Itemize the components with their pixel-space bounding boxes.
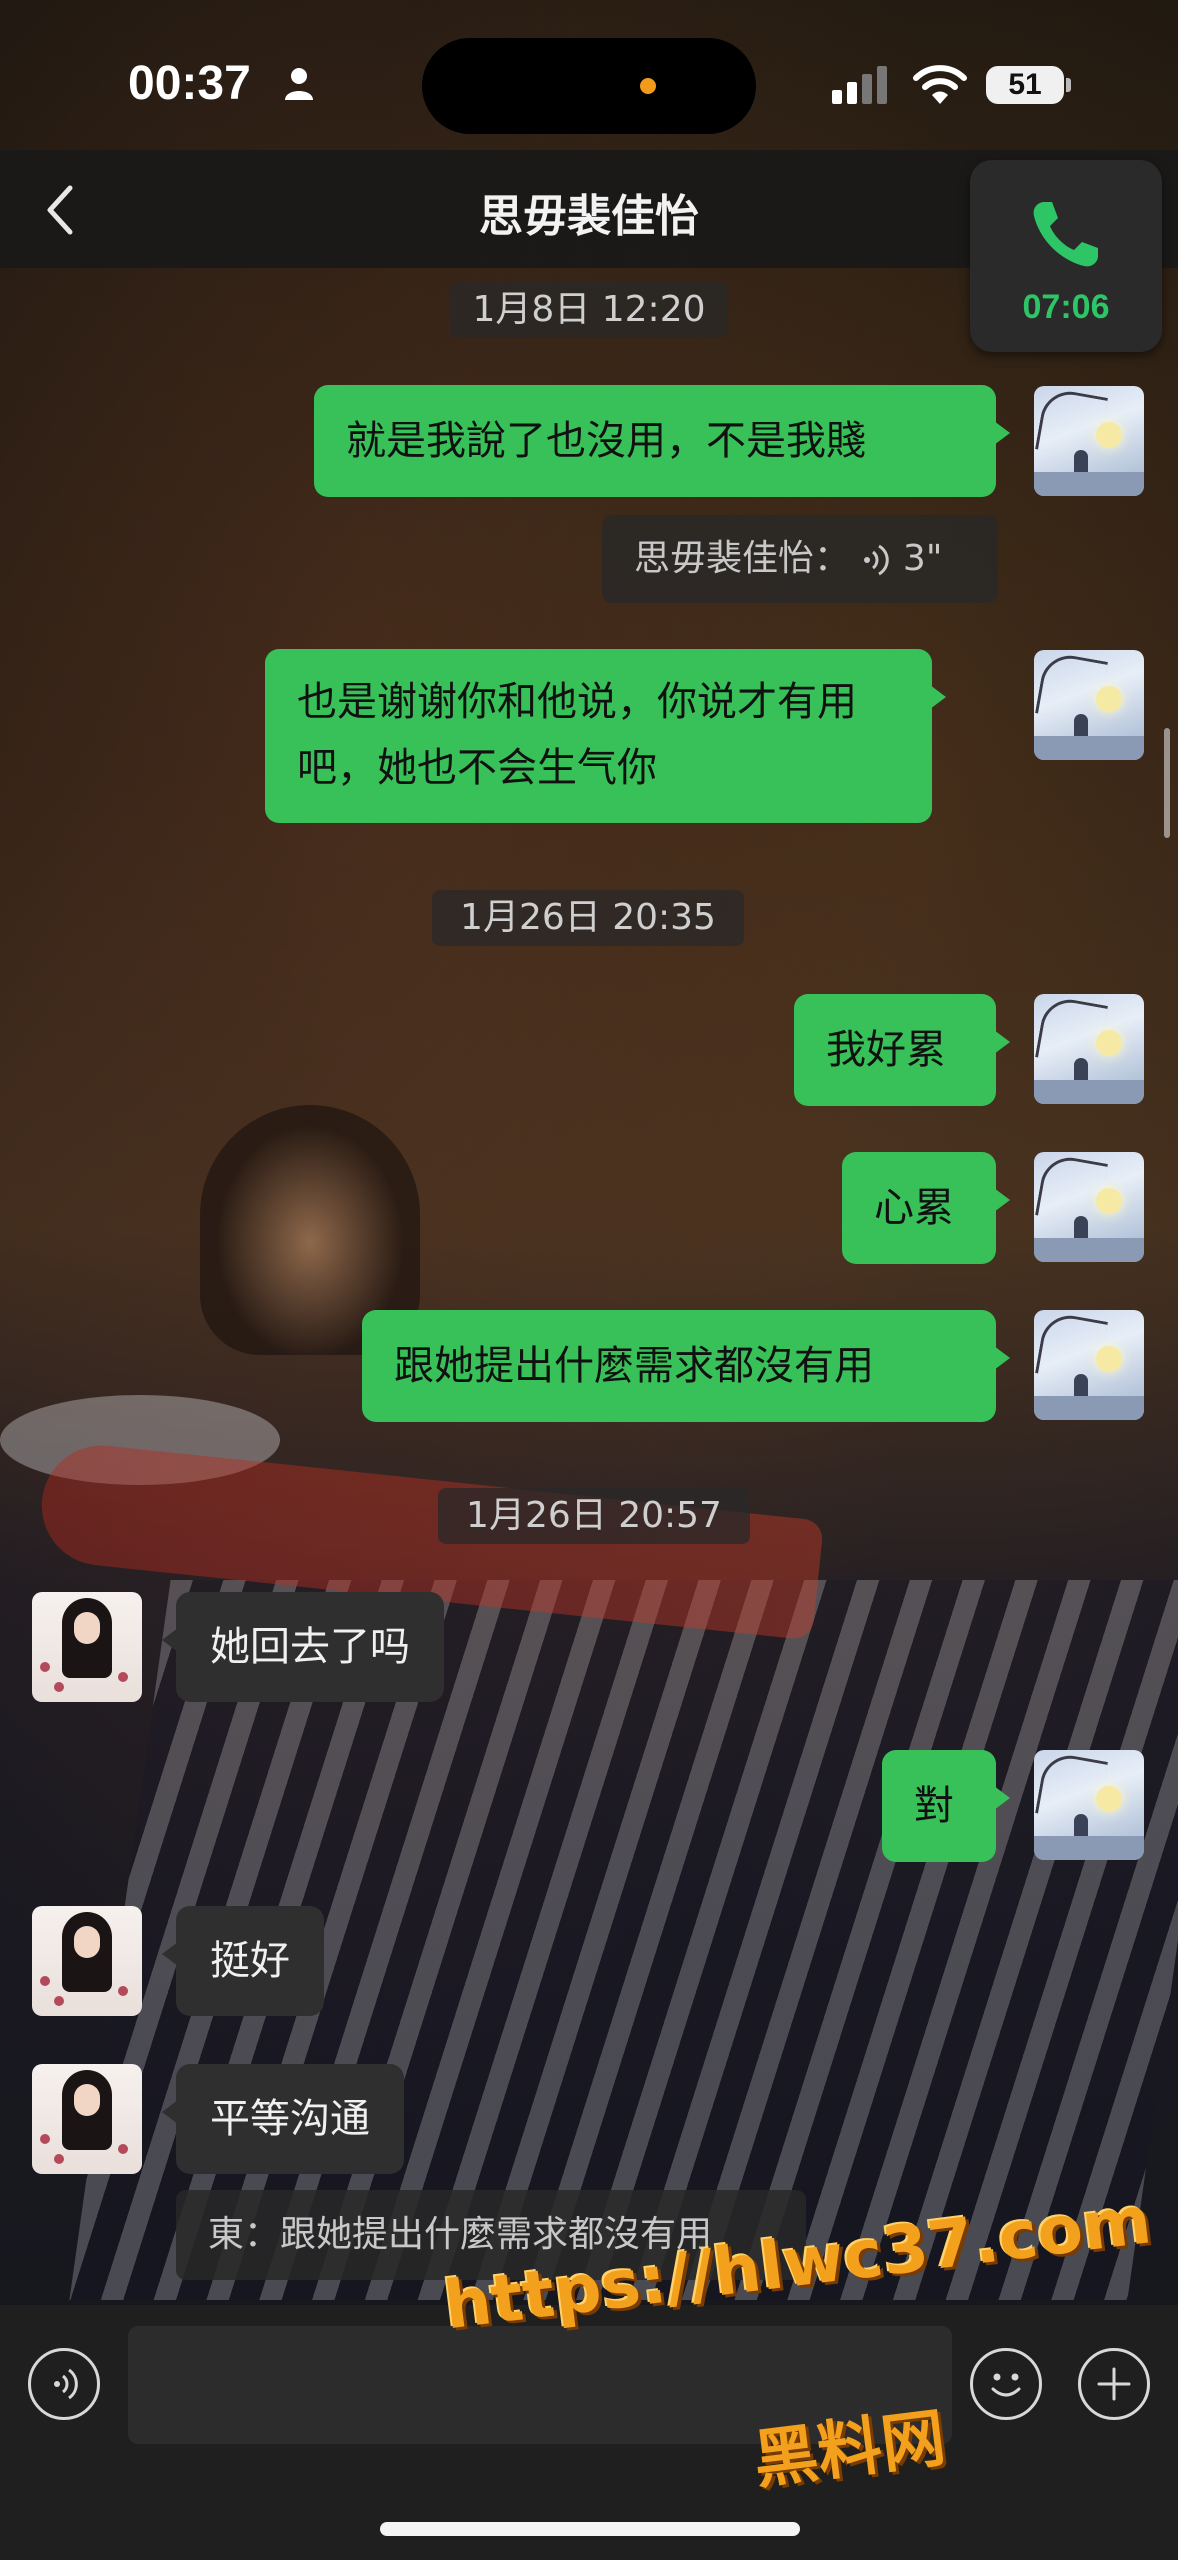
- message-bubble-sent[interactable]: 對: [882, 1750, 1010, 1862]
- my-avatar[interactable]: [1034, 1152, 1144, 1262]
- plus-icon: [1097, 2367, 1131, 2401]
- my-avatar[interactable]: [1034, 994, 1144, 1104]
- camera-indicator-dot: [640, 78, 656, 94]
- dynamic-island: [422, 38, 756, 134]
- contact-avatar[interactable]: [32, 1592, 142, 1702]
- quoted-voice-message[interactable]: 思毋裴佳怡： 3": [602, 515, 998, 603]
- message-line: 也是谢谢你和他说，你说才有用: [297, 679, 857, 725]
- voice-input-button[interactable]: [28, 2348, 100, 2420]
- my-avatar[interactable]: [1034, 386, 1144, 496]
- call-duration: 07:06: [1022, 288, 1110, 326]
- status-bar: 00:37 51: [0, 0, 1178, 150]
- voice-wave-icon: [864, 544, 890, 576]
- status-time: 00:37: [128, 57, 251, 110]
- emoji-button[interactable]: [970, 2348, 1042, 2420]
- message-bubble-received[interactable]: 挺好: [162, 1906, 324, 2016]
- phone-icon: [1033, 202, 1098, 267]
- contact-avatar[interactable]: [32, 2064, 142, 2174]
- voice-wave-icon: [54, 2368, 78, 2400]
- contact-avatar[interactable]: [32, 1906, 142, 2016]
- my-avatar[interactable]: [1034, 650, 1144, 760]
- voice-duration: 3": [902, 538, 943, 579]
- message-bubble-received[interactable]: 她回去了吗: [162, 1592, 444, 1702]
- chat-screen: 00:37 51 思毋裴佳怡 07:06 1月8日 12:20 就是我說了也沒用…: [0, 0, 1178, 2560]
- wifi-icon: [913, 65, 967, 104]
- message-bubble-sent[interactable]: 我好累: [794, 994, 1010, 1106]
- battery-indicator: 51: [986, 66, 1064, 104]
- message-bubble-sent[interactable]: 也是谢谢你和他说，你说才有用 吧，她也不会生气你: [265, 649, 946, 823]
- my-avatar[interactable]: [1034, 1310, 1144, 1420]
- battery-tip: [1066, 78, 1071, 92]
- my-avatar[interactable]: [1034, 1750, 1144, 1860]
- person-icon: [285, 68, 313, 100]
- message-bubble-sent[interactable]: 就是我說了也沒用，不是我賤: [314, 385, 1010, 497]
- timestamp: 1月26日 20:35: [432, 890, 744, 946]
- ongoing-call-widget[interactable]: 07:06: [970, 160, 1162, 352]
- home-indicator[interactable]: [380, 2522, 800, 2536]
- smiley-icon: [991, 2373, 1021, 2397]
- message-line: 吧，她也不会生气你: [297, 745, 657, 791]
- message-bubble-sent[interactable]: 心累: [842, 1152, 1010, 1264]
- message-bubble-received[interactable]: 平等沟通: [162, 2064, 404, 2174]
- voice-quote-sender: 思毋裴佳怡：: [634, 538, 851, 579]
- timestamp: 1月26日 20:57: [438, 1488, 750, 1544]
- scrollbar[interactable]: [1164, 728, 1170, 838]
- more-options-button[interactable]: [1078, 2348, 1150, 2420]
- timestamp: 1月8日 12:20: [450, 282, 728, 338]
- message-bubble-sent[interactable]: 跟她提出什麼需求都沒有用: [362, 1310, 1010, 1422]
- cellular-signal-icon: [832, 66, 887, 104]
